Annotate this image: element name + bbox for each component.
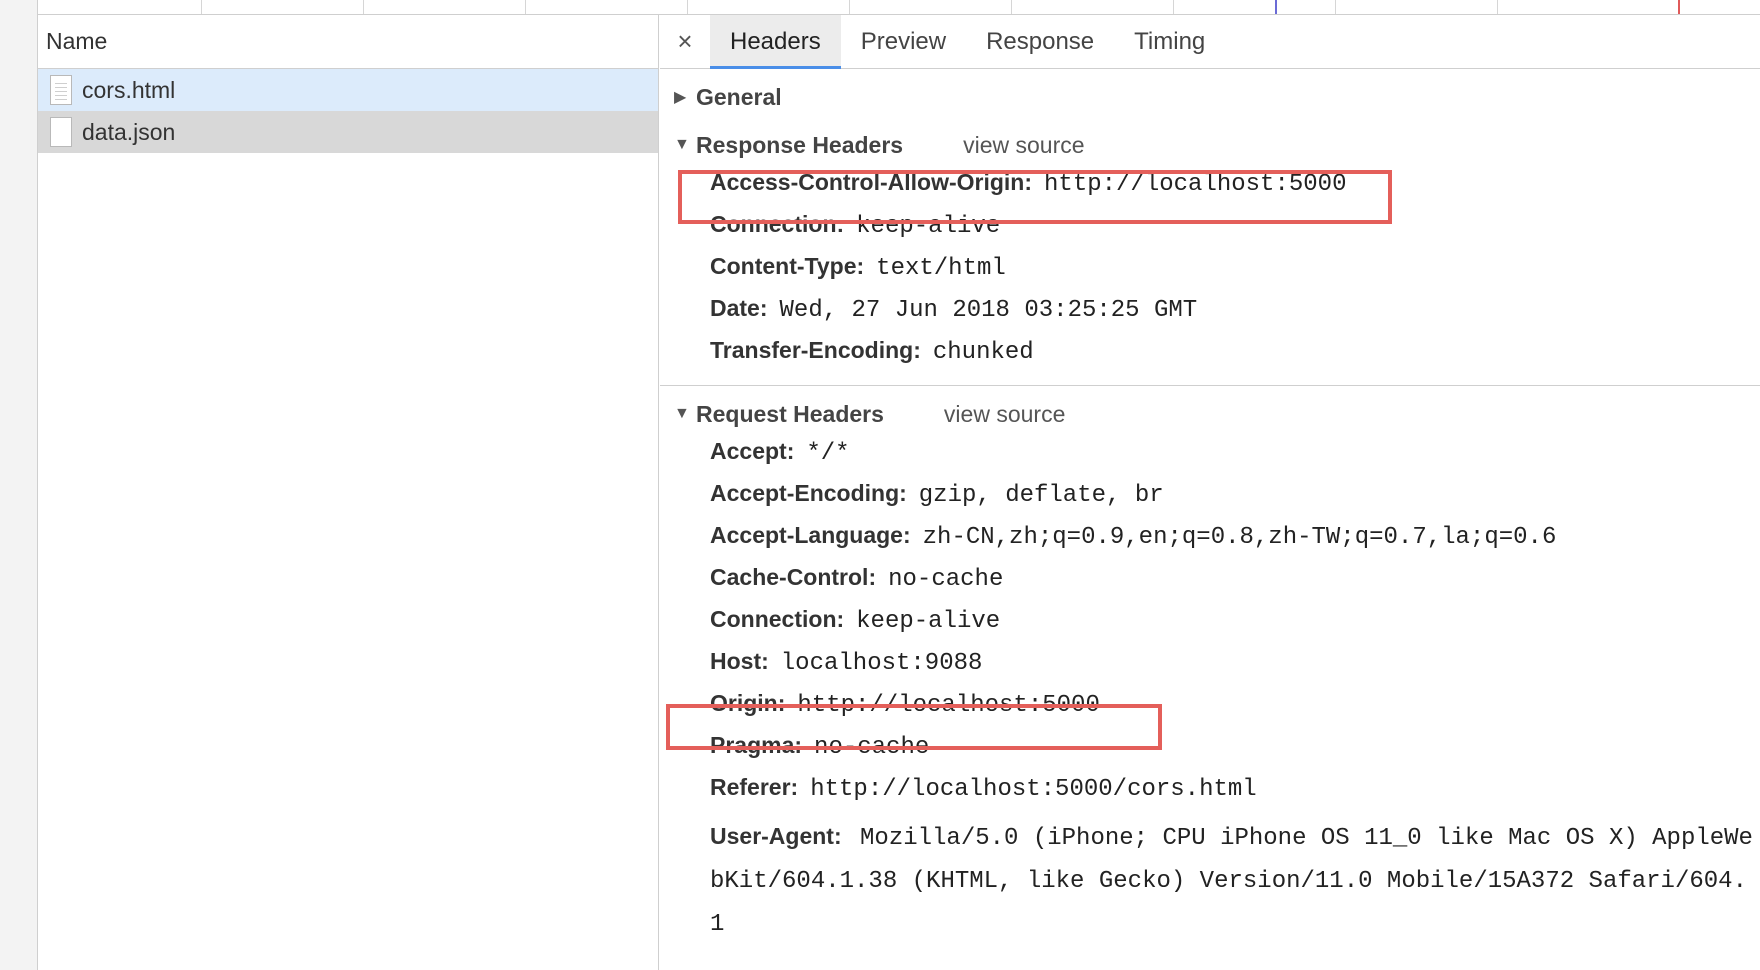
header-row: Access-Control-Allow-Origin: http://loca… — [660, 169, 1760, 211]
waterfall-overview — [38, 0, 1760, 15]
header-key: Date: — [710, 295, 768, 321]
general-section: ▶ General — [660, 73, 1760, 121]
header-key: Connection: — [710, 211, 845, 237]
timeline-gridline — [687, 0, 688, 14]
header-row: Date: Wed, 27 Jun 2018 03:25:25 GMT — [660, 295, 1760, 337]
header-key: Accept-Encoding: — [710, 480, 907, 506]
header-value: no-cache — [814, 734, 930, 761]
timeline-gridline — [849, 0, 850, 14]
header-key: Pragma: — [710, 732, 803, 758]
close-icon[interactable]: × — [660, 15, 710, 68]
request-details-panel: × Headers Preview Response Timing ▶ Gene… — [660, 15, 1760, 970]
request-row-cors-html[interactable]: cors.html — [38, 69, 658, 111]
timeline-gridline — [363, 0, 364, 14]
timeline-gridline — [1011, 0, 1012, 14]
timeline-gridline — [1173, 0, 1174, 14]
triangle-down-icon: ▼ — [674, 405, 690, 422]
header-row: Transfer-Encoding: chunked — [660, 337, 1760, 379]
header-value: zh-CN,zh;q=0.9,en;q=0.8,zh-TW;q=0.7,la;q… — [922, 524, 1557, 551]
header-row: Pragma: no-cache — [660, 732, 1760, 774]
header-row: Referer: http://localhost:5000/cors.html — [660, 774, 1760, 816]
header-row: Connection: keep-alive — [660, 211, 1760, 253]
timeline-gridline — [1497, 0, 1498, 14]
header-key: Accept: — [710, 438, 795, 464]
header-row: Cache-Control: no-cache — [660, 564, 1760, 606]
header-row: Host: localhost:9088 — [660, 648, 1760, 690]
header-row-user-agent: User-Agent: Mozilla/5.0 (iPhone; CPU iPh… — [660, 816, 1760, 945]
header-value: text/html — [876, 255, 1006, 282]
header-key: Referer: — [710, 774, 799, 800]
details-tab-bar: × Headers Preview Response Timing — [660, 15, 1760, 69]
header-key: Access-Control-Allow-Origin: — [710, 169, 1033, 195]
timeline-gridline — [525, 0, 526, 14]
load-event-marker — [1678, 0, 1680, 14]
header-key: Cache-Control: — [710, 564, 877, 590]
header-value: */* — [806, 440, 850, 467]
header-value: http://localhost:5000 — [1044, 171, 1347, 198]
header-row: Accept-Language: zh-CN,zh;q=0.9,en;q=0.8… — [660, 522, 1760, 564]
response-headers-toggle[interactable]: ▼ Response Headers view source — [660, 121, 1760, 169]
section-title: Request Headers — [696, 400, 884, 427]
header-key: Connection: — [710, 606, 845, 632]
view-source-link[interactable]: view source — [944, 401, 1065, 428]
header-key: Host: — [710, 648, 769, 674]
header-value: localhost:9088 — [780, 650, 983, 677]
triangle-down-icon: ▼ — [674, 136, 690, 153]
header-value: keep-alive — [856, 608, 1001, 635]
name-column-label: Name — [46, 28, 108, 54]
header-value: Wed, 27 Jun 2018 03:25:25 GMT — [779, 297, 1198, 324]
header-value: http://localhost:5000 — [797, 692, 1100, 719]
header-value: no-cache — [888, 566, 1004, 593]
header-key: Transfer-Encoding: — [710, 337, 921, 363]
header-key: Accept-Language: — [710, 522, 911, 548]
section-title: Response Headers — [696, 131, 904, 158]
timeline-gridline — [201, 0, 202, 14]
tab-headers[interactable]: Headers — [710, 15, 841, 69]
header-key: Content-Type: — [710, 253, 865, 279]
header-row: Origin: http://localhost:5000 — [660, 690, 1760, 732]
document-icon — [50, 75, 72, 105]
timeline-gridline — [1335, 0, 1336, 14]
header-value: http://localhost:5000/cors.html — [810, 776, 1257, 803]
left-gutter — [0, 0, 38, 970]
view-source-link[interactable]: view source — [963, 132, 1084, 159]
header-key: Origin: — [710, 690, 786, 716]
name-column-header[interactable]: Name — [38, 15, 658, 69]
request-headers-toggle[interactable]: ▼ Request Headers view source — [660, 390, 1760, 438]
header-row: Accept-Encoding: gzip, deflate, br — [660, 480, 1760, 522]
section-title: General — [696, 83, 782, 110]
request-row-data-json[interactable]: data.json — [38, 111, 658, 153]
tab-response[interactable]: Response — [966, 15, 1114, 68]
general-section-toggle[interactable]: ▶ General — [660, 73, 1760, 121]
triangle-right-icon: ▶ — [674, 89, 687, 106]
header-value: Mozilla/5.0 (iPhone; CPU iPhone OS 11_0 … — [710, 825, 1753, 938]
header-value: chunked — [932, 339, 1034, 366]
header-row: Accept: */* — [660, 438, 1760, 480]
blank-file-icon — [50, 117, 72, 147]
header-value: keep-alive — [856, 213, 1001, 240]
header-row: Connection: keep-alive — [660, 606, 1760, 648]
tab-timing[interactable]: Timing — [1114, 15, 1225, 68]
dom-content-loaded-marker — [1275, 0, 1277, 14]
tab-preview[interactable]: Preview — [841, 15, 966, 68]
request-name: cors.html — [82, 76, 176, 103]
header-key: User-Agent: — [710, 823, 842, 849]
response-headers-section: ▼ Response Headers view source Access-Co… — [660, 121, 1760, 379]
request-headers-section: ▼ Request Headers view source Accept: */… — [660, 390, 1760, 945]
header-row: Content-Type: text/html — [660, 253, 1760, 295]
request-name: data.json — [82, 118, 176, 145]
request-list-panel: Name cors.html data.json — [38, 15, 659, 970]
header-value: gzip, deflate, br — [918, 482, 1164, 509]
section-divider — [660, 385, 1760, 386]
